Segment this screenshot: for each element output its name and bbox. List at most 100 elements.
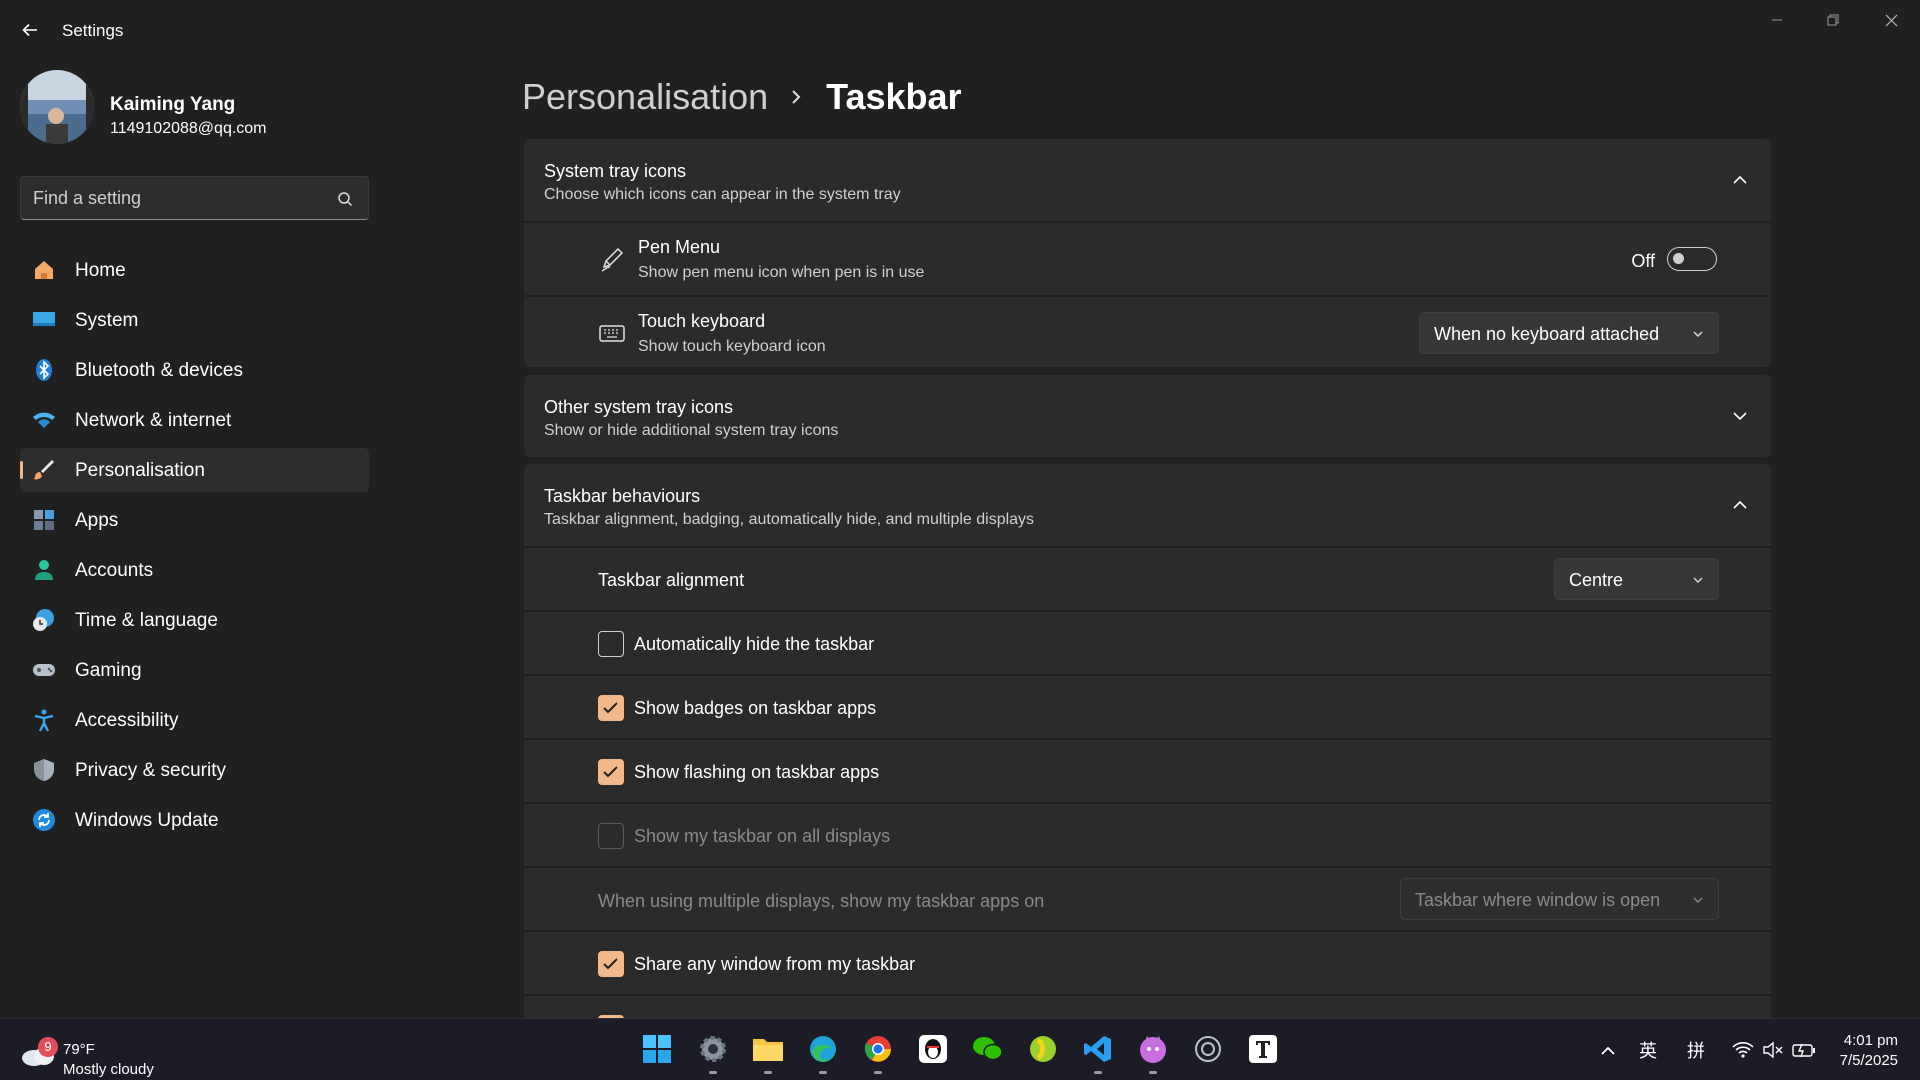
chevron-down-icon bbox=[1693, 897, 1703, 903]
app-icon bbox=[1195, 1036, 1221, 1062]
next-option-row[interactable] bbox=[524, 994, 1771, 1018]
nav-label: Apps bbox=[75, 510, 119, 531]
show-hidden-icons-chevron-icon[interactable] bbox=[1600, 1043, 1616, 1057]
nav-item-gaming[interactable]: Gaming bbox=[20, 648, 369, 692]
nav-label: Windows Update bbox=[75, 810, 219, 831]
chevron-right-icon bbox=[790, 87, 804, 107]
alignment-label: Taskbar alignment bbox=[598, 570, 745, 590]
vscode-icon bbox=[1084, 1036, 1111, 1062]
badges-checkbox[interactable] bbox=[598, 695, 624, 721]
update-icon bbox=[32, 808, 56, 832]
auto-hide-row[interactable]: Automatically hide the taskbar bbox=[524, 610, 1771, 674]
other-tray-section[interactable]: Other system tray icons Show or hide add… bbox=[524, 375, 1771, 457]
clock-date: 7/5/2025 bbox=[1839, 1052, 1898, 1069]
pen-menu-title: Pen Menu bbox=[638, 237, 721, 257]
wifi-icon[interactable] bbox=[1732, 1041, 1754, 1059]
flashing-row[interactable]: Show flashing on taskbar apps bbox=[524, 738, 1771, 802]
share-window-label: Share any window from my taskbar bbox=[634, 954, 916, 974]
windows-taskbar: 9 79°F Mostly cloudy 英 拼 4:01 pm 7/5/202… bbox=[0, 1018, 1920, 1080]
taskbar-app-qq[interactable] bbox=[913, 1029, 953, 1069]
sidebar: Kaiming Yang 1149102088@qq.com Home Syst… bbox=[0, 62, 390, 1018]
chevron-down-icon[interactable] bbox=[1731, 407, 1749, 425]
nav-item-personalisation[interactable]: Personalisation bbox=[20, 448, 369, 492]
flashing-checkbox[interactable] bbox=[598, 759, 624, 785]
nav-label: Personalisation bbox=[75, 460, 205, 481]
nav-label: Bluetooth & devices bbox=[75, 360, 243, 381]
notification-badge: 9 bbox=[38, 1037, 58, 1057]
taskbar-app-typora[interactable] bbox=[1243, 1029, 1283, 1069]
section-subtitle: Show or hide additional system tray icon… bbox=[544, 422, 839, 439]
taskbar-app-edge[interactable] bbox=[803, 1029, 843, 1074]
nav-item-time-language[interactable]: Time & language bbox=[20, 598, 369, 642]
dropdown-value: Taskbar where window is open bbox=[1415, 890, 1661, 910]
nav-item-network[interactable]: Network & internet bbox=[20, 398, 369, 442]
breadcrumb: Personalisation Taskbar bbox=[522, 72, 962, 122]
edge-icon bbox=[810, 1036, 836, 1062]
taskbar-app-cat[interactable] bbox=[1133, 1029, 1173, 1074]
windows-logo-icon bbox=[643, 1035, 671, 1063]
clock-globe-icon bbox=[32, 608, 56, 632]
search-box[interactable] bbox=[20, 176, 369, 220]
breadcrumb-parent[interactable]: Personalisation bbox=[522, 76, 768, 118]
nav-label: Gaming bbox=[75, 660, 142, 681]
brush-icon bbox=[32, 458, 56, 482]
nav-item-home[interactable]: Home bbox=[20, 248, 369, 292]
nav-label: Time & language bbox=[75, 610, 218, 631]
system-tray-header[interactable]: System tray icons Choose which icons can… bbox=[524, 139, 1771, 221]
nav-item-privacy[interactable]: Privacy & security bbox=[20, 748, 369, 792]
ime-indicator[interactable]: 英 bbox=[1639, 1037, 1657, 1063]
nav-item-apps[interactable]: Apps bbox=[20, 498, 369, 542]
nav-item-system[interactable]: System bbox=[20, 298, 369, 342]
taskbar-app-chrome[interactable] bbox=[858, 1029, 898, 1074]
taskbar-clock[interactable]: 4:01 pm 7/5/2025 bbox=[1840, 1031, 1898, 1071]
avatar[interactable] bbox=[20, 70, 94, 144]
settings-gear-icon bbox=[700, 1036, 726, 1062]
weather-widget[interactable]: 9 79°F Mostly cloudy bbox=[20, 1029, 200, 1078]
alignment-dropdown[interactable]: Centre bbox=[1554, 558, 1719, 600]
nav-item-accounts[interactable]: Accounts bbox=[20, 548, 369, 592]
clock-time: 4:01 pm bbox=[1843, 1032, 1898, 1049]
search-input[interactable] bbox=[33, 187, 323, 209]
chevron-down-icon bbox=[1693, 331, 1703, 337]
section-title: System tray icons bbox=[544, 161, 687, 181]
taskbar-app-green-app[interactable] bbox=[1023, 1029, 1063, 1069]
taskbar-app-settings[interactable] bbox=[693, 1029, 733, 1074]
weather-desc: Mostly cloudy bbox=[63, 1061, 154, 1078]
nav-item-accessibility[interactable]: Accessibility bbox=[20, 698, 369, 742]
touch-keyboard-dropdown[interactable]: When no keyboard attached bbox=[1419, 312, 1719, 354]
taskbar-app-circle[interactable] bbox=[1188, 1029, 1228, 1069]
accessibility-icon bbox=[32, 708, 56, 732]
weather-temp: 79°F bbox=[63, 1041, 95, 1058]
search-icon[interactable] bbox=[336, 190, 354, 208]
all-displays-label: Show my taskbar on all displays bbox=[634, 826, 891, 846]
taskbar-app-file-explorer[interactable] bbox=[748, 1029, 788, 1074]
user-profile[interactable]: Kaiming Yang 1149102088@qq.com bbox=[20, 70, 380, 146]
start-button[interactable] bbox=[637, 1029, 677, 1069]
restore-button[interactable] bbox=[1810, 6, 1856, 34]
nav-item-windows-update[interactable]: Windows Update bbox=[20, 798, 369, 842]
taskbar-app-wechat[interactable] bbox=[968, 1029, 1008, 1069]
user-name: Kaiming Yang bbox=[110, 94, 236, 115]
behaviours-header[interactable]: Taskbar behaviours Taskbar alignment, ba… bbox=[524, 464, 1771, 546]
close-button[interactable] bbox=[1868, 6, 1914, 34]
all-displays-checkbox[interactable] bbox=[598, 823, 624, 849]
nav-item-bluetooth[interactable]: Bluetooth & devices bbox=[20, 348, 369, 392]
share-window-checkbox[interactable] bbox=[598, 951, 624, 977]
back-button[interactable] bbox=[16, 16, 44, 44]
section-subtitle: Choose which icons can appear in the sys… bbox=[544, 186, 901, 203]
share-window-row[interactable]: Share any window from my taskbar bbox=[524, 930, 1771, 994]
ime-mode[interactable]: 拼 bbox=[1687, 1037, 1705, 1063]
taskbar-alignment-row: Taskbar alignment Centre bbox=[524, 546, 1771, 610]
auto-hide-checkbox[interactable] bbox=[598, 631, 624, 657]
badges-row[interactable]: Show badges on taskbar apps bbox=[524, 674, 1771, 738]
minimize-button[interactable] bbox=[1754, 6, 1800, 34]
chevron-up-icon[interactable] bbox=[1731, 171, 1749, 189]
volume-muted-icon[interactable] bbox=[1762, 1041, 1784, 1059]
multi-display-dropdown[interactable]: Taskbar where window is open bbox=[1400, 878, 1719, 920]
pen-menu-toggle[interactable] bbox=[1667, 247, 1717, 271]
chevron-up-icon[interactable] bbox=[1731, 496, 1749, 514]
battery-icon[interactable] bbox=[1792, 1041, 1816, 1059]
section-title: Other system tray icons bbox=[544, 397, 734, 417]
app-title: Settings bbox=[62, 21, 124, 40]
taskbar-app-vscode[interactable] bbox=[1078, 1029, 1118, 1074]
